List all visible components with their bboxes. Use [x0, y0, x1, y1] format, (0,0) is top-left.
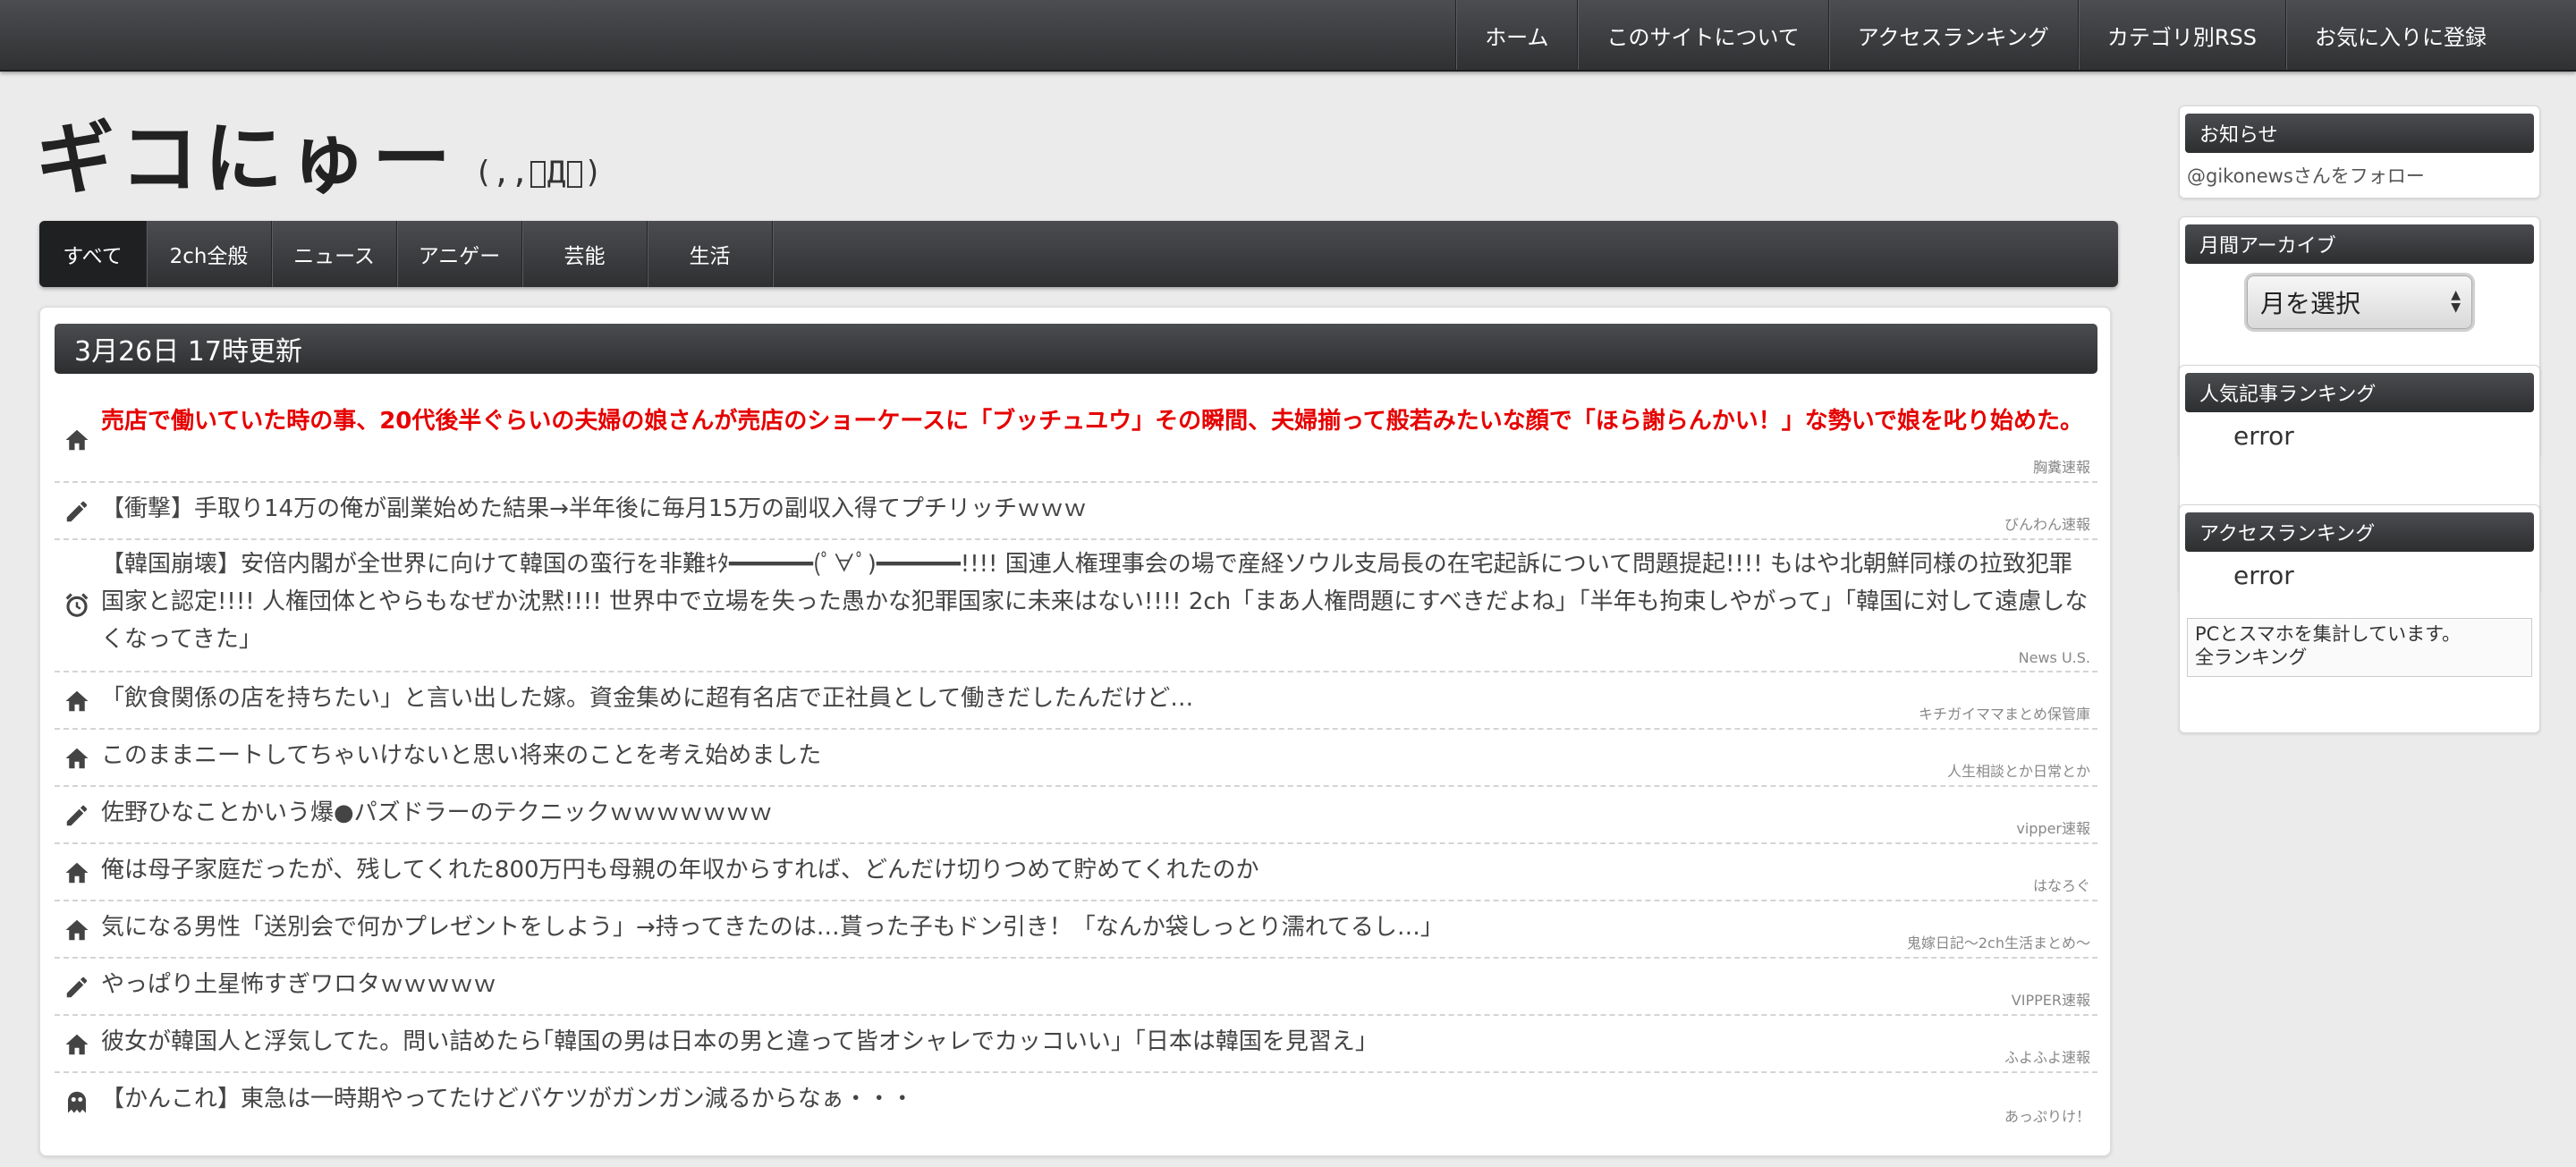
home-icon [64, 427, 90, 453]
nav-home[interactable]: ホーム [1455, 0, 1577, 70]
logo-face: (,,゚Д゚) [474, 155, 603, 190]
article-source[interactable]: あっぷりけ！ [2004, 1104, 2090, 1126]
logo-text: ギコにゅー [36, 113, 457, 205]
article-title[interactable]: 「飲食関係の店を持ちたい」と言い出した嫁。資金集めに超有名店で正社員として働きだ… [101, 680, 2089, 717]
nav-access-ranking[interactable]: アクセスランキング [1827, 0, 2078, 70]
tab-life[interactable]: 生活 [648, 221, 773, 287]
article-source[interactable]: News U.S. [2019, 649, 2090, 666]
list-item[interactable]: やっぱり土星怖すぎワロタｗｗｗｗｗ VIPPER速報 [55, 959, 2097, 1016]
site-logo[interactable]: ギコにゅー (,,゚Д゚) [36, 114, 602, 204]
list-item[interactable]: 【衝撃】手取り14万の俺が副業始めた結果→半年後に毎月15万の副収入得てプチリッ… [55, 483, 2097, 540]
article-title[interactable]: 彼女が韓国人と浮気してた。問い詰めたら｢韓国の男は日本の男と違って皆オシャレでカ… [101, 1023, 2089, 1061]
article-source[interactable]: ふよふよ速報 [2004, 1045, 2090, 1067]
notice-widget: お知らせ @gikonewsさんをフォロー [2179, 106, 2540, 199]
pencil-icon [64, 802, 90, 829]
category-navigation: すべて 2ch全般 ニュース アニゲー 芸能 生活 [39, 221, 2118, 287]
list-item[interactable]: 「飲食関係の店を持ちたい」と言い出した嫁。資金集めに超有名店で正社員として働きだ… [55, 672, 2097, 730]
article-title[interactable]: やっぱり土星怖すぎワロタｗｗｗｗｗ [101, 966, 2089, 1003]
tab-news[interactable]: ニュース [272, 221, 397, 287]
ranking-note-text: PCとスマホを集計しています。 [2195, 623, 2461, 645]
month-select-value: 月を選択 [2260, 289, 2361, 318]
home-icon [64, 859, 90, 886]
tab-anime-game[interactable]: アニゲー [397, 221, 522, 287]
list-item[interactable]: 売店で働いていた時の事、20代後半ぐらいの夫婦の娘さんが売店のショーケースに「ブ… [55, 397, 2097, 483]
nav-about[interactable]: このサイトについて [1577, 0, 1827, 70]
pencil-icon [64, 498, 90, 525]
access-status: error [2233, 561, 2294, 590]
home-icon [64, 917, 90, 943]
article-source[interactable]: びんわん速報 [2004, 512, 2090, 534]
access-widget: アクセスランキング error PCとスマホを集計しています。 全ランキング [2179, 504, 2540, 733]
article-title[interactable]: 【かんこれ】東急は一時期やってたけどバケツがガンガン減るからなぁ・・・ [101, 1080, 2089, 1118]
widget-title: お知らせ [2185, 114, 2534, 153]
article-title[interactable]: 気になる男性「送別会で何かプレゼントをしよう」→持ってきたのは…貰った子もドン引… [101, 909, 2089, 946]
article-list: 売店で働いていた時の事、20代後半ぐらいの夫婦の娘さんが売店のショーケースに「ブ… [55, 397, 2097, 1130]
list-item[interactable]: 俺は母子家庭だったが、残してくれた800万円も母親の年収からすれば、どんだけ切り… [55, 844, 2097, 901]
widget-title: アクセスランキング [2185, 512, 2534, 552]
article-title[interactable]: 【衝撃】手取り14万の俺が副業始めた結果→半年後に毎月15万の副収入得てプチリッ… [101, 490, 2089, 528]
alarm-clock-icon [64, 592, 90, 619]
tab-all[interactable]: すべて [39, 221, 147, 287]
update-heading: 3月26日 17時更新 [55, 324, 2097, 374]
article-source[interactable]: キチガイママまとめ保管庫 [1919, 702, 2090, 723]
twitter-follow-link[interactable]: @gikonewsさんをフォロー [2187, 162, 2425, 189]
access-widget-wrap: アクセスランキング error PCとスマホを集計しています。 全ランキング [2179, 504, 2540, 733]
widget-title: 人気記事ランキング [2185, 373, 2534, 412]
article-source[interactable]: 人生相談とか日常とか [1947, 759, 2090, 781]
home-icon [64, 1031, 90, 1058]
list-item[interactable]: このままニートしてちゃいけないと思い将来のことを考え始めました 人生相談とか日常… [55, 730, 2097, 787]
article-title[interactable]: 佐野ひなことかいう爆●パズドラーのテクニックｗｗｗｗｗｗｗ [101, 794, 2089, 832]
tab-entertainment[interactable]: 芸能 [522, 221, 648, 287]
widget-title: 月間アーカイブ [2185, 224, 2534, 264]
article-title[interactable]: このままニートしてちゃいけないと思い将来のことを考え始めました [101, 737, 2089, 774]
article-source[interactable]: はなろぐ [2033, 874, 2090, 895]
top-navigation-bar: ホーム このサイトについて アクセスランキング カテゴリ別RSS お気に入りに登… [0, 0, 2576, 72]
tab-2ch-general[interactable]: 2ch全般 [147, 221, 272, 287]
all-ranking-link[interactable]: 全ランキング [2195, 646, 2524, 669]
article-title[interactable]: 俺は母子家庭だったが、残してくれた800万円も母親の年収からすれば、どんだけ切り… [101, 851, 2089, 889]
home-icon [64, 745, 90, 772]
nav-add-favorite[interactable]: お気に入りに登録 [2285, 0, 2515, 70]
list-item[interactable]: 【かんこれ】東急は一時期やってたけどバケツがガンガン減るからなぁ・・・ あっぷり… [55, 1073, 2097, 1130]
article-title[interactable]: 売店で働いていた時の事、20代後半ぐらいの夫婦の娘さんが売店のショーケースに「ブ… [101, 402, 2089, 440]
pencil-icon [64, 974, 90, 1001]
select-arrows-icon: ▲ ▼ [2451, 288, 2461, 315]
month-select[interactable]: 月を選択 ▲ ▼ [2247, 275, 2472, 329]
list-item[interactable]: 【韓国崩壊】安倍内閣が全世界に向けて韓国の蛮行を非難ｷﾀ━━━━━━(ﾟ∀ﾟ)━… [55, 540, 2097, 672]
article-title[interactable]: 【韓国崩壊】安倍内閣が全世界に向けて韓国の蛮行を非難ｷﾀ━━━━━━(ﾟ∀ﾟ)━… [101, 545, 2089, 658]
article-source[interactable]: 胸糞速報 [2033, 455, 2090, 477]
list-item[interactable]: 気になる男性「送別会で何かプレゼントをしよう」→持ってきたのは…貰った子もドン引… [55, 901, 2097, 959]
nav-category-rss[interactable]: カテゴリ別RSS [2077, 0, 2285, 70]
article-source[interactable]: vipper速報 [2016, 816, 2090, 838]
popular-status: error [2233, 421, 2294, 451]
article-source[interactable]: VIPPER速報 [2012, 988, 2090, 1010]
list-item[interactable]: 彼女が韓国人と浮気してた。問い詰めたら｢韓国の男は日本の男と違って皆オシャレでカ… [55, 1016, 2097, 1073]
pacman-ghost-icon [64, 1088, 90, 1115]
article-source[interactable]: 鬼嫁日記〜2ch生活まとめ〜 [1907, 931, 2090, 952]
list-item[interactable]: 佐野ひなことかいう爆●パズドラーのテクニックｗｗｗｗｗｗｗ vipper速報 [55, 787, 2097, 844]
ranking-note: PCとスマホを集計しています。 全ランキング [2187, 618, 2532, 677]
home-icon [64, 688, 90, 715]
article-panel: 3月26日 17時更新 売店で働いていた時の事、20代後半ぐらいの夫婦の娘さんが… [39, 307, 2111, 1156]
